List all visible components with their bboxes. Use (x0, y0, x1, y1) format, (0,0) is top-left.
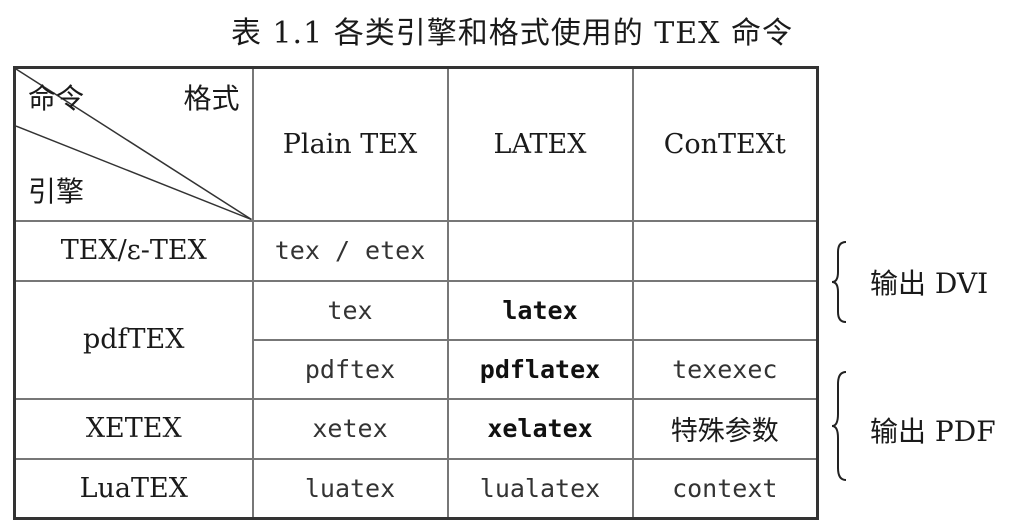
command-cell: 特殊参数 (631, 397, 819, 460)
pdf-output-label: 输出 PDF (870, 415, 996, 448)
header-row: 命令 格式 引擎 Plain TEX LATEX ConTEXt (13, 66, 819, 222)
corner-format-label: 格式 (183, 82, 240, 115)
command-cell: xetex (251, 397, 449, 460)
engine-cell: TEX/ε-TEX (13, 219, 254, 282)
command-cell (631, 219, 819, 282)
diagonal-header-cell: 命令 格式 引擎 (13, 66, 254, 222)
dvi-output-label: 输出 DVI (870, 267, 989, 300)
command-cell: tex (251, 279, 449, 341)
engine-cell: LuaTEX (13, 457, 254, 520)
table-row: XETEX xetex xelatex 特殊参数 (13, 397, 819, 460)
command-cell: lualatex (446, 457, 634, 520)
command-cell: pdflatex (446, 338, 634, 400)
table-caption: 表 1.1 各类引擎和格式使用的 TEX 命令 (230, 16, 794, 51)
command-cell: tex / etex (251, 219, 449, 282)
command-cell: texexec (631, 338, 819, 400)
command-cell (446, 219, 634, 282)
command-cell: latex (446, 279, 634, 341)
format-header-latex: LATEX (446, 66, 634, 222)
format-header-plain: Plain TEX (251, 66, 449, 222)
corner-engine-label: 引擎 (28, 174, 85, 208)
command-cell: xelatex (446, 397, 634, 460)
command-cell: context (631, 457, 819, 520)
engine-cell: XETEX (13, 397, 254, 460)
table-row: TEX/ε-TEX tex / etex (13, 219, 819, 282)
table-row: pdfTEX tex latex (13, 279, 819, 400)
dvi-brace-icon (832, 241, 847, 323)
engine-cell: pdfTEX (13, 279, 254, 400)
pdf-brace-icon (832, 371, 847, 481)
format-header-context: ConTEXt (631, 66, 819, 222)
table-row: LuaTEX luatex lualatex context (13, 457, 819, 520)
corner-command-label: 命令 (28, 82, 85, 115)
command-cell: luatex (251, 457, 449, 520)
command-cell: pdftex (251, 338, 449, 400)
command-table: 命令 格式 引擎 Plain TEX LATEX ConTEXt TEX/ε-T… (13, 66, 819, 520)
command-cell (631, 279, 819, 341)
